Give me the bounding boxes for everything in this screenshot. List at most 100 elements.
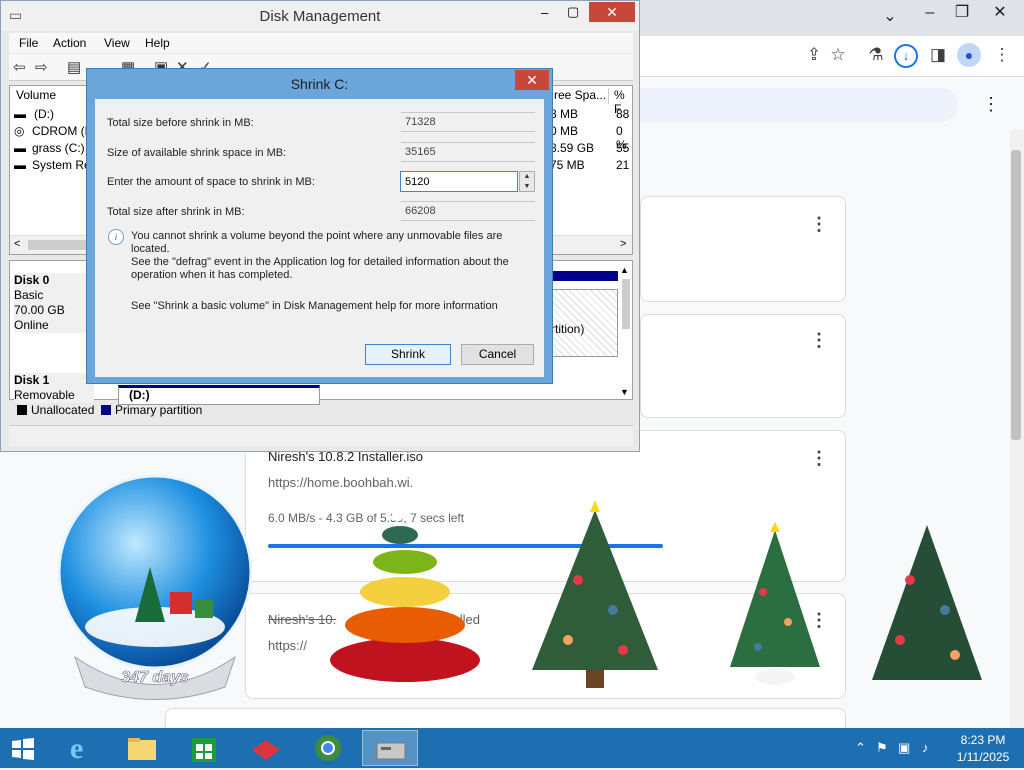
shrink-note: You cannot shrink a volume beyond the po… [131, 230, 536, 282]
scroll-left-icon[interactable]: < [14, 238, 20, 250]
disk1-label[interactable]: Disk 1 Removable [14, 373, 94, 403]
total-before-label: Total size before shrink in MB: [107, 117, 254, 129]
status-bar [9, 425, 633, 446]
volume-name[interactable]: grass (C:) [32, 141, 85, 155]
clock-date[interactable]: 1/11/2025 [948, 750, 1018, 764]
download-card [640, 196, 846, 302]
partition-label: rtition) [551, 322, 585, 336]
back-arrow-icon[interactable]: ⇦ [13, 58, 26, 76]
partition-block[interactable]: rtition) [550, 289, 618, 357]
taskbar-chrome[interactable] [300, 730, 356, 766]
dialog-title: Shrink C: [290, 76, 349, 92]
profile-avatar[interactable]: ● [957, 43, 981, 67]
taskbar-file-explorer[interactable] [114, 730, 170, 766]
shrink-dialog: Shrink C: ✕ Total size before shrink in … [86, 68, 553, 384]
network-icon[interactable]: ▣ [898, 740, 910, 756]
menu-bar: File Action View Help [9, 33, 633, 53]
scroll-thumb[interactable] [622, 279, 630, 329]
app-red-box-icon [252, 740, 280, 760]
folder-icon [128, 738, 156, 760]
card-more-icon[interactable]: ⋮ [810, 330, 828, 351]
primary-partition-swatch [101, 405, 111, 415]
disk0-label[interactable]: Disk 0 Basic 70.00 GB Online [14, 273, 94, 333]
cancel-button[interactable]: Cancel [461, 344, 534, 365]
taskbar-internet-explorer[interactable]: e [56, 730, 112, 766]
volume-pct: 55 [616, 141, 630, 155]
scroll-right-icon[interactable]: > [620, 238, 626, 250]
download-url[interactable]: https:// [268, 638, 307, 653]
spiral-tree-icon [330, 509, 480, 682]
card-more-icon[interactable]: ⋮ [810, 448, 828, 469]
close-icon[interactable]: ✕ [589, 2, 635, 22]
bookmark-star-icon[interactable]: ☆ [826, 45, 850, 65]
taskbar-app[interactable] [238, 730, 294, 766]
column-header-volume[interactable]: Volume [16, 88, 87, 104]
store-icon [192, 738, 216, 762]
volume-free: 0 MB [550, 124, 579, 138]
start-button[interactable] [4, 730, 60, 766]
shrink-amount-input[interactable] [400, 171, 518, 192]
volume-free: 8 MB [550, 107, 579, 121]
volume-name[interactable]: CDROM (E [32, 124, 93, 138]
disk0-status: Online [14, 318, 49, 332]
menu-file[interactable]: File [19, 36, 38, 50]
downloads-more-icon[interactable]: ⋮ [982, 94, 1000, 115]
minimize-icon[interactable]: – [541, 5, 548, 20]
volume-free: 75 MB [550, 158, 585, 172]
lab-flask-icon[interactable]: ⚗ [864, 45, 888, 65]
chevron-down-icon[interactable]: ⌄ [875, 6, 905, 26]
close-icon[interactable]: ✕ [515, 70, 549, 90]
volume-free: 8.59 GB [550, 141, 595, 155]
shrink-button[interactable]: Shrink [365, 344, 451, 365]
tray-chevron-up-icon[interactable]: ⌃ [855, 740, 866, 756]
note-line: You cannot shrink a volume beyond the po… [131, 230, 503, 255]
side-panel-icon[interactable]: ◨ [926, 45, 950, 65]
disk0-name: Disk 0 [14, 273, 50, 287]
chrome-icon [315, 735, 341, 761]
download-icon[interactable]: ↓ [894, 44, 918, 68]
snow-globe-icon: 347 days [57, 474, 253, 700]
forward-arrow-icon[interactable]: ⇨ [35, 58, 48, 76]
menu-help[interactable]: Help [145, 36, 170, 50]
show-hide-tree-icon[interactable]: ▤ [67, 58, 81, 76]
downloads-search-bar[interactable] [640, 88, 958, 122]
maximize-icon[interactable]: ▢ [567, 4, 579, 20]
column-header-percent-free[interactable]: % F [614, 88, 634, 116]
share-icon[interactable]: ⇪ [802, 45, 826, 65]
spin-down-icon[interactable]: ▼ [520, 182, 534, 191]
scroll-up-icon[interactable]: ▲ [620, 265, 629, 275]
note-line: operation when it has completed. [131, 269, 293, 281]
action-center-flag-icon[interactable]: ⚑ [876, 740, 888, 756]
restore-icon[interactable]: ❐ [947, 2, 977, 22]
taskbar-store[interactable] [176, 730, 232, 766]
clock-time[interactable]: 8:23 PM [948, 733, 1018, 747]
scroll-thumb[interactable] [28, 240, 88, 250]
menu-more-icon[interactable]: ⋮ [990, 45, 1014, 65]
scroll-down-icon[interactable]: ▼ [620, 387, 629, 397]
taskbar-disk-management[interactable] [362, 730, 418, 766]
volume-icon[interactable]: ♪ [922, 740, 929, 755]
total-after-label: Total size after shrink in MB: [107, 206, 245, 218]
volume-pct: 21 [616, 158, 630, 172]
column-header-free-space[interactable]: ree Spa... [554, 88, 609, 104]
shrink-amount-label: Enter the amount of space to shrink in M… [107, 176, 315, 188]
cdrom-icon: ◎ [14, 124, 25, 138]
available-space-label: Size of available shrink space in MB: [107, 147, 287, 159]
card-more-icon[interactable]: ⋮ [810, 214, 828, 235]
info-icon: i [108, 229, 124, 245]
close-icon[interactable]: ✕ [985, 2, 1015, 22]
partition-header-bar [550, 271, 618, 281]
spin-up-icon[interactable]: ▲ [520, 172, 534, 181]
disk-management-icon [376, 742, 406, 760]
shrink-amount-spinner[interactable]: ▲ ▼ [519, 171, 535, 192]
scrollbar-thumb[interactable] [1011, 150, 1021, 440]
dialog-body: Total size before shrink in MB: 71328 Si… [95, 99, 544, 377]
menu-action[interactable]: Action [53, 36, 86, 50]
primary-partition-label: Primary partition [115, 403, 203, 417]
minimize-icon[interactable]: – [915, 4, 945, 22]
download-url[interactable]: https://home.boohbah.wi. [268, 475, 413, 490]
taskbar: e [0, 728, 1024, 768]
volume-name[interactable]: (D:) [34, 107, 54, 121]
menu-view[interactable]: View [104, 36, 130, 50]
disk0-type: Basic [14, 288, 44, 302]
